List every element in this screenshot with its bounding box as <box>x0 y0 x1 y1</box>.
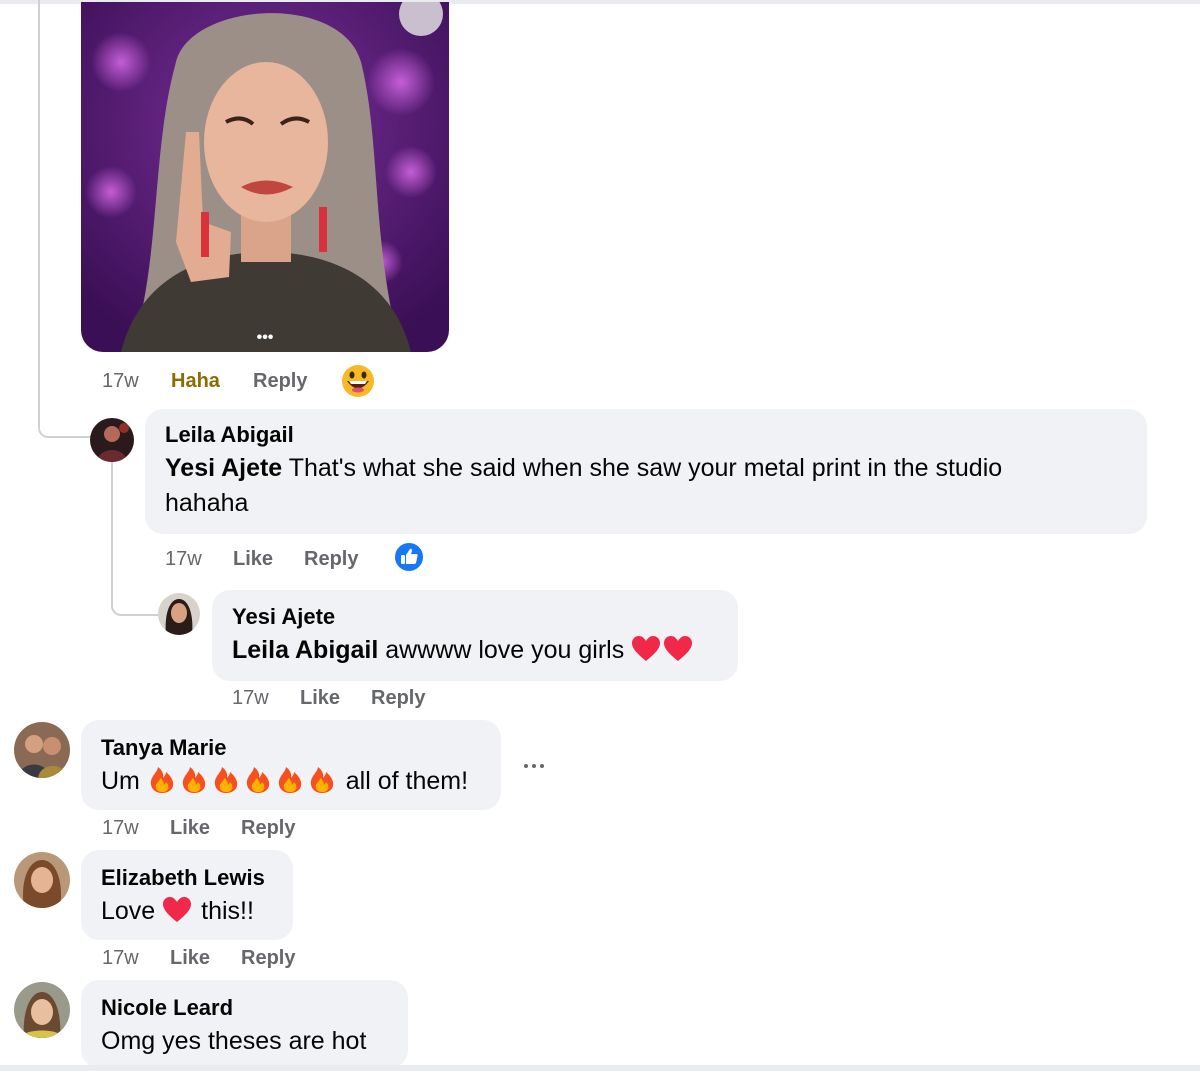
comment-actions: 17w Like Reply <box>165 546 385 576</box>
comment-author[interactable]: Yesi Ajete <box>232 601 718 633</box>
fire-emoji-icon <box>278 767 302 793</box>
like-button[interactable]: Like <box>233 546 273 572</box>
comment-bubble: Tanya Marie Um all of them! <box>81 720 501 810</box>
fire-emoji-icon <box>310 767 334 793</box>
comment-body-before: Um <box>101 767 147 795</box>
fire-emoji-icon <box>150 767 174 793</box>
comment-text: Love this!! <box>101 894 273 929</box>
gif-attachment[interactable]: ••• <box>81 2 449 352</box>
comment-time[interactable]: 17w <box>102 815 139 841</box>
comment-text: Um all of them! <box>101 764 481 799</box>
reply-button[interactable]: Reply <box>241 945 295 971</box>
haha-emoji-icon[interactable] <box>341 364 375 403</box>
avatar[interactable] <box>90 418 134 462</box>
comment-body-before: Love <box>101 897 163 925</box>
comment-body-line1: That's what she said when she saw your m… <box>282 454 1003 482</box>
comment-body-after: all of them! <box>338 767 469 795</box>
comment-actions: 17w Like Reply <box>232 685 452 715</box>
reply-button[interactable]: Reply <box>371 685 425 711</box>
comment-bubble: Nicole Leard Omg yes theses are hot <box>81 980 408 1068</box>
heart-emoji-icon <box>163 897 192 922</box>
comment-time[interactable]: 17w <box>102 368 139 394</box>
like-button[interactable]: Like <box>170 945 210 971</box>
gif-indicator: ••• <box>257 329 274 346</box>
mention-link[interactable]: Yesi Ajete <box>165 454 282 482</box>
gif-image: ••• <box>81 2 449 352</box>
like-button[interactable]: Like <box>300 685 340 711</box>
comment-author[interactable]: Tanya Marie <box>101 732 481 764</box>
fire-emoji-icon <box>182 767 206 793</box>
heart-emoji-icon <box>632 636 661 661</box>
comment-text: Leila Abigail awwww love you girls <box>232 633 718 668</box>
comment-body: awwww love you girls <box>378 636 632 664</box>
fire-emoji-icon <box>246 767 270 793</box>
like-thumb-icon[interactable] <box>393 541 425 578</box>
comment-bubble: Leila Abigail Yesi Ajete That's what she… <box>145 409 1147 534</box>
fire-emoji-icon <box>214 767 238 793</box>
more-options-icon[interactable] <box>522 752 548 776</box>
comment-actions: 17w Like Reply <box>102 815 322 845</box>
avatar[interactable] <box>14 722 70 778</box>
comment-time[interactable]: 17w <box>232 685 269 711</box>
comment-time[interactable]: 17w <box>102 945 139 971</box>
mention-link[interactable]: Leila Abigail <box>232 636 378 664</box>
comment-author[interactable]: Elizabeth Lewis <box>101 862 273 894</box>
avatar[interactable] <box>158 593 200 635</box>
comment-text: Yesi Ajete That's what she said when she… <box>165 451 1127 521</box>
reply-button[interactable]: Reply <box>304 546 358 572</box>
comment-actions: 17w Like Reply <box>102 945 322 975</box>
avatar[interactable] <box>14 982 70 1038</box>
avatar[interactable] <box>14 852 70 908</box>
comment-author[interactable]: Nicole Leard <box>101 992 388 1024</box>
reply-button[interactable]: Reply <box>253 368 307 394</box>
reply-button[interactable]: Reply <box>241 815 295 841</box>
comment-author[interactable]: Leila Abigail <box>165 419 1127 451</box>
comment-body-line2: hahaha <box>165 489 249 517</box>
bottom-divider <box>0 1065 1200 1071</box>
comment-bubble: Yesi Ajete Leila Abigail awwww love you … <box>212 590 738 681</box>
heart-emoji-icon <box>664 636 693 661</box>
comment-body-after: this!! <box>194 897 254 925</box>
comment-bubble: Elizabeth Lewis Love this!! <box>81 850 293 940</box>
comment-time[interactable]: 17w <box>165 546 202 572</box>
like-button[interactable]: Like <box>170 815 210 841</box>
haha-reaction-button[interactable]: Haha <box>171 368 220 394</box>
comment-text: Omg yes theses are hot <box>101 1027 367 1055</box>
